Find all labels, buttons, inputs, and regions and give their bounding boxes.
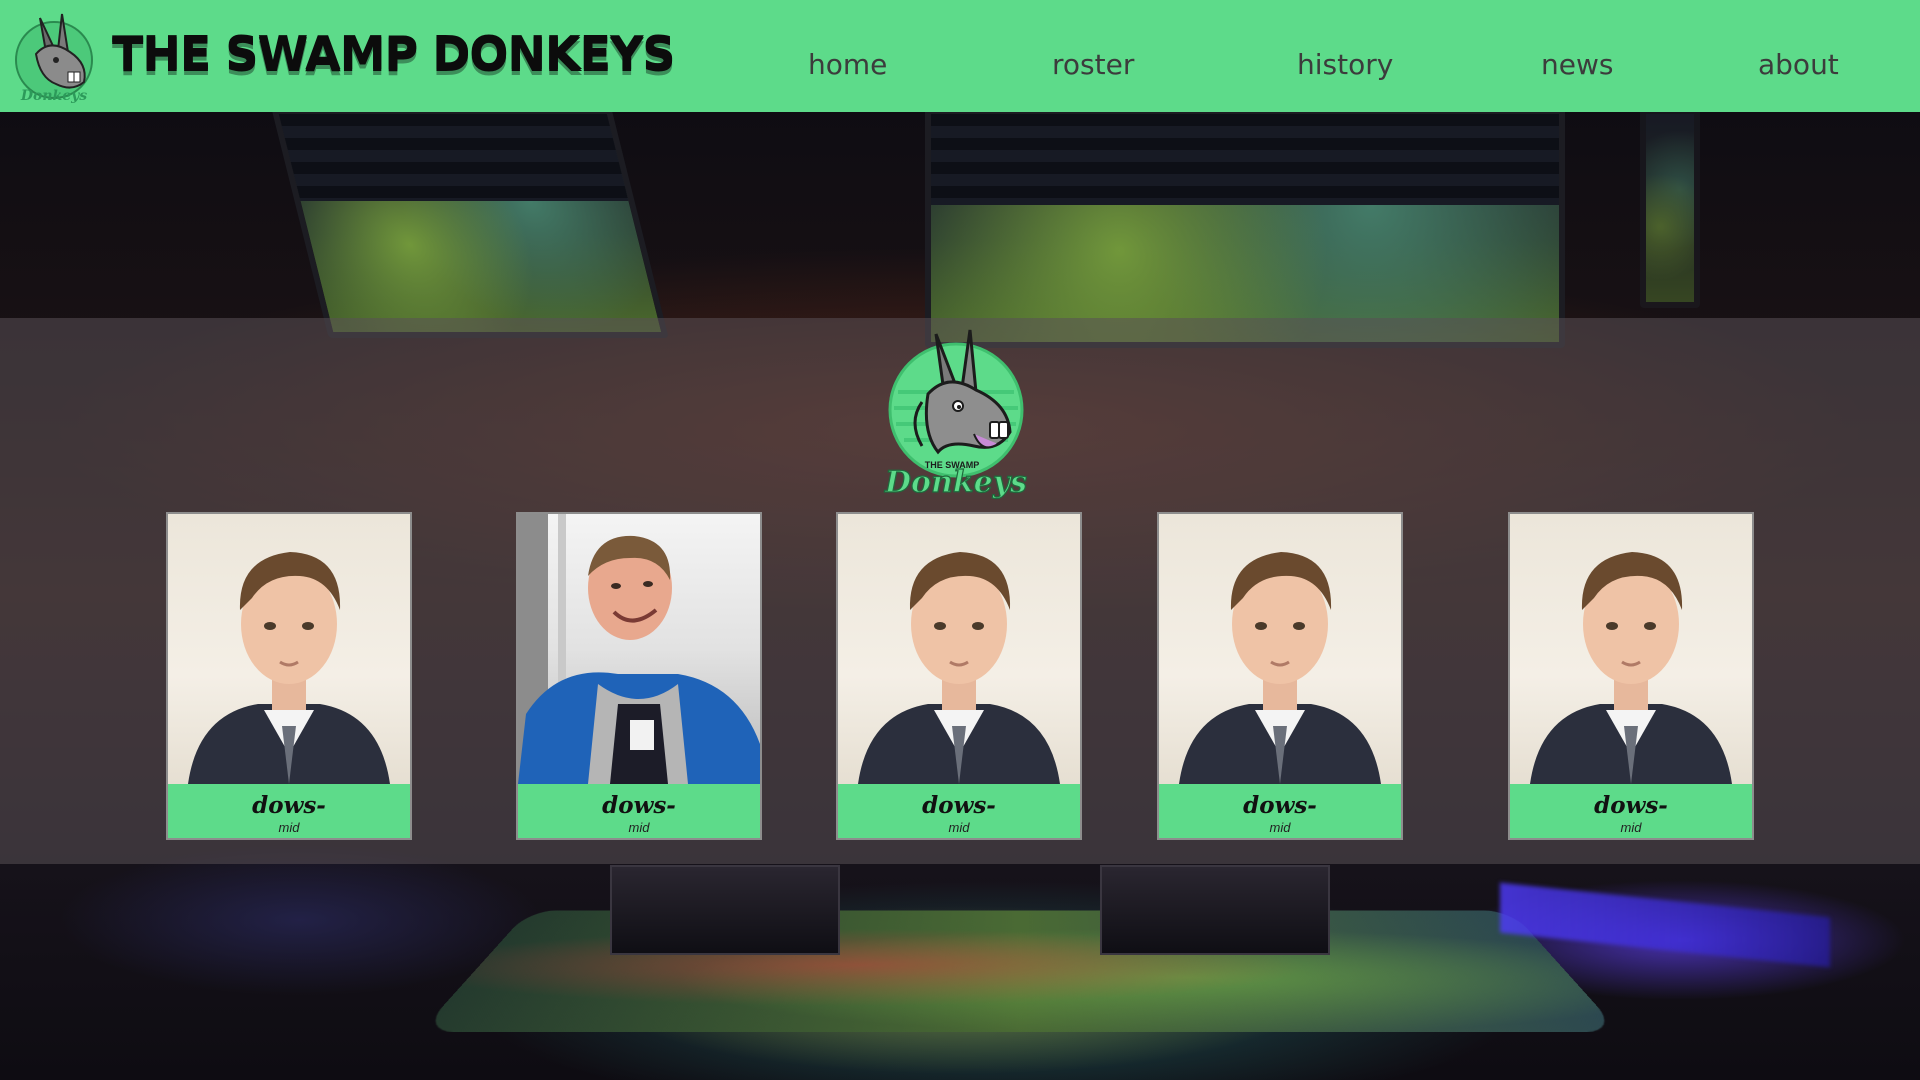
player-photo [1159,514,1401,784]
player-card[interactable]: dows- mid [1157,512,1403,840]
site-title[interactable]: THE SWAMP DONKEYS [112,26,676,80]
nav-roster[interactable]: roster [1052,48,1134,81]
arena-screen-right [1640,108,1700,308]
nav-history[interactable]: history [1297,48,1393,81]
player-card[interactable]: dows- mid [516,512,762,840]
arena-screen-center [925,108,1565,348]
player-role: mid [948,820,970,835]
player-photo [838,514,1080,784]
player-role: mid [1269,820,1291,835]
player-label: dows- mid [168,784,410,838]
logo-small-caption: Donkeys [20,88,87,104]
player-name: dows- [922,792,996,819]
nav-about[interactable]: about [1758,48,1839,81]
player-name: dows- [252,792,326,819]
site-header: Donkeys THE SWAMP DONKEYS home roster hi… [0,0,1920,112]
arena-stage [419,910,1621,1032]
nav-news[interactable]: news [1541,48,1613,81]
player-name: dows- [602,792,676,819]
team-logo-icon: THE SWAMP Donkeys [878,322,1038,502]
player-label: dows- mid [518,784,760,838]
donkey-logo-icon[interactable]: Donkeys [10,8,100,104]
player-booth-right [1100,865,1330,955]
player-role: mid [628,820,650,835]
player-photo [1510,514,1752,784]
player-card[interactable]: dows- mid [166,512,412,840]
player-photo [518,514,760,784]
player-photo [168,514,410,784]
player-role: mid [278,820,300,835]
nav-home[interactable]: home [808,48,887,81]
player-role: mid [1620,820,1642,835]
player-label: dows- mid [1510,784,1752,838]
player-name: dows- [1594,792,1668,819]
player-card[interactable]: dows- mid [1508,512,1754,840]
player-label: dows- mid [1159,784,1401,838]
arena-screen-left [271,108,669,338]
player-card[interactable]: dows- mid [836,512,1082,840]
player-booth-left [610,865,840,955]
logo-big-wordmark: Donkeys [884,465,1027,500]
player-name: dows- [1243,792,1317,819]
player-label: dows- mid [838,784,1080,838]
